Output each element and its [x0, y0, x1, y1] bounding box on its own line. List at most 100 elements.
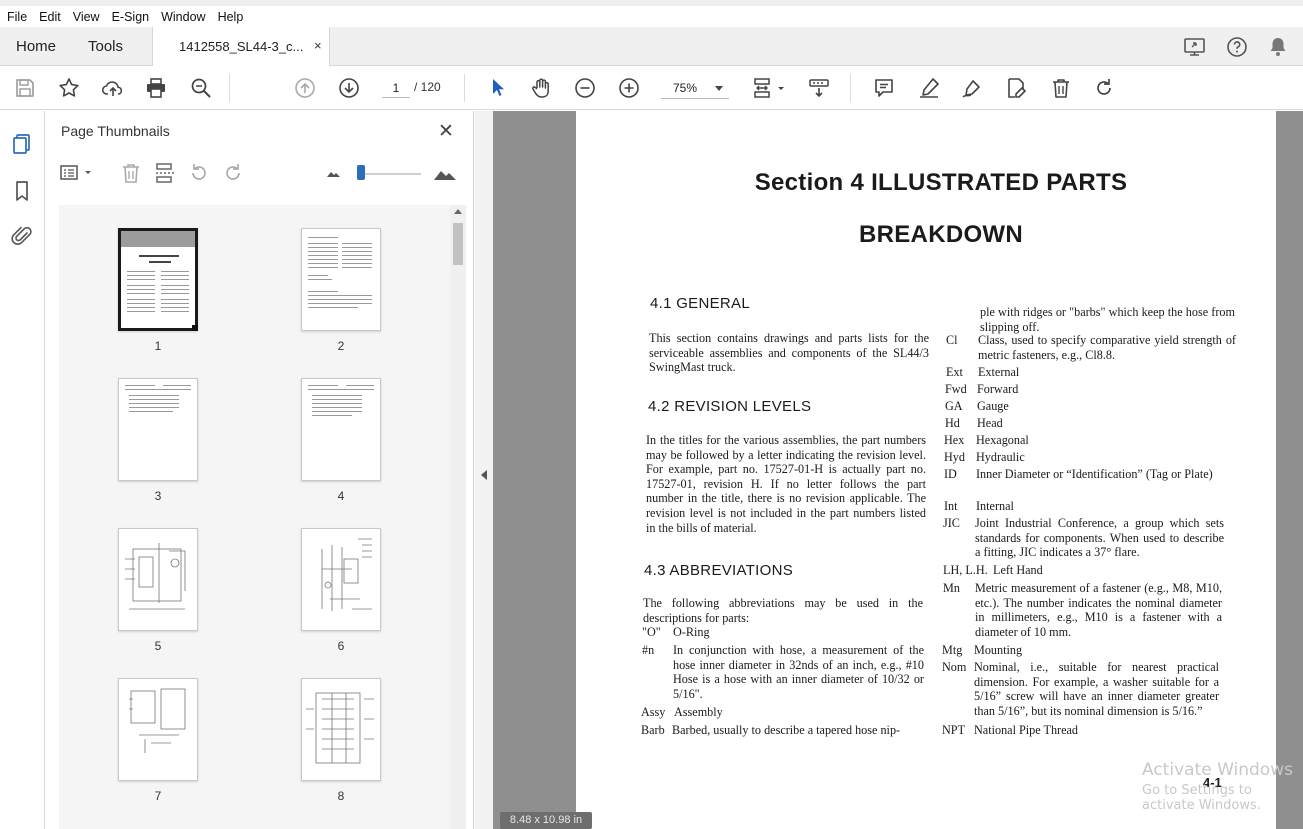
fill-sign-icon[interactable] — [1004, 76, 1028, 100]
scroll-up-icon[interactable] — [454, 209, 462, 214]
thumbnail-size-slider-track[interactable] — [361, 173, 421, 175]
abbreviation-key: "O" — [642, 625, 661, 639]
abbreviation-key: Mtg — [942, 643, 963, 657]
abbreviation-entry: NPT National Pipe Thread — [942, 723, 1218, 738]
abbreviation-entry: Ext External — [946, 365, 1235, 380]
menu-help[interactable]: Help — [218, 10, 244, 24]
page-number-input[interactable]: 1 — [382, 78, 410, 98]
menu-view[interactable]: View — [73, 10, 100, 24]
tab-document[interactable]: 1412558_SL44-3_c... × — [152, 27, 330, 67]
page-thumbnail[interactable] — [118, 378, 198, 481]
page-thumbnails-icon[interactable] — [10, 132, 34, 156]
attachments-paperclip-icon[interactable] — [10, 224, 34, 248]
panel-collapse-handle[interactable] — [475, 111, 493, 829]
scrollbar-thumb[interactable] — [453, 223, 463, 265]
menu-esign[interactable]: E-Sign — [112, 10, 150, 24]
page-thumbnail[interactable] — [118, 228, 198, 331]
close-tab-icon[interactable]: × — [314, 38, 322, 53]
print-icon[interactable] — [144, 76, 168, 100]
abbreviation-key: GA — [945, 399, 963, 413]
watermark-line-2: Go to Settings to activate Windows. — [1142, 783, 1261, 813]
abbreviation-definition: O-Ring — [673, 625, 710, 639]
zoom-level-select[interactable]: 75% — [661, 77, 729, 99]
thumbnail-options-icon[interactable] — [59, 161, 95, 185]
upload-cloud-icon[interactable] — [101, 76, 125, 100]
chevron-down-icon — [715, 86, 723, 91]
abbreviation-entry: Barb Barbed, usually to describe a taper… — [641, 723, 923, 738]
abbreviation-entry: Hex Hexagonal — [944, 433, 1229, 448]
abbreviation-key: Ext — [946, 365, 963, 379]
page-thumbnail[interactable] — [301, 678, 381, 781]
thumbnail-page-number: 5 — [154, 639, 162, 653]
select-cursor-icon[interactable] — [485, 76, 509, 100]
help-icon[interactable] — [1225, 35, 1249, 64]
abbreviation-key: NPT — [942, 723, 966, 737]
thumbnail-page-number: 3 — [154, 489, 162, 503]
rotate-clockwise-icon[interactable] — [221, 161, 245, 185]
page-thumbnail[interactable] — [301, 528, 381, 631]
zoom-in-icon[interactable] — [617, 76, 641, 100]
fit-page-icon[interactable] — [752, 76, 788, 100]
menu-window[interactable]: Window — [161, 10, 205, 24]
page-thumbnail[interactable] — [301, 228, 381, 331]
abbreviation-definition: Hexagonal — [976, 433, 1029, 447]
section-title-line-2: BREAKDOWN — [858, 221, 1024, 248]
thumbnail-page-number: 4 — [337, 489, 345, 503]
page-size-label: 8.48 x 10.98 in — [500, 812, 592, 829]
save-icon[interactable] — [13, 76, 37, 100]
thumbnail-page-number: 6 — [337, 639, 345, 653]
previous-page-icon[interactable] — [293, 76, 317, 100]
comment-icon[interactable] — [872, 76, 896, 100]
thumbnail-scrollbar[interactable] — [450, 205, 466, 829]
abbreviation-definition: In conjunction with hose, a measurement … — [673, 643, 924, 701]
abbreviation-entry: Mn Metric measurement of a fastener (e.g.… — [943, 581, 1222, 639]
hand-tool-icon[interactable] — [529, 76, 553, 100]
insert-page-icon[interactable] — [153, 161, 177, 185]
close-panel-icon[interactable]: ✕ — [438, 120, 454, 143]
tab-bar: Home Tools 1412558_SL44-3_c... × — [0, 27, 1303, 67]
abbreviation-entry: Hd Head — [945, 416, 1231, 431]
smaller-thumbnails-icon[interactable] — [322, 161, 346, 185]
tab-tools[interactable]: Tools — [88, 38, 123, 55]
page-thumbnail[interactable] — [301, 378, 381, 481]
page-thumbnail[interactable] — [118, 678, 198, 781]
bookmarks-icon[interactable] — [10, 179, 34, 203]
abbreviation-definition: Metric measurement of a fastener (e.g., … — [975, 581, 1222, 639]
document-viewport[interactable]: Section 4 ILLUSTRATED PARTS BREAKDOWN 4.… — [493, 111, 1303, 829]
left-navigation-rail — [0, 111, 45, 829]
abbreviation-key: Nom — [942, 660, 967, 674]
abbreviation-key: JIC — [943, 516, 960, 530]
larger-thumbnails-icon[interactable] — [431, 161, 459, 185]
next-page-icon[interactable] — [337, 76, 361, 100]
zoom-out-icon[interactable] — [573, 76, 597, 100]
abbreviation-entry: "O" O-Ring — [642, 625, 924, 640]
tab-home[interactable]: Home — [16, 38, 56, 55]
highlight-pen-icon[interactable] — [917, 76, 941, 100]
abbreviation-entry: GA Gauge — [945, 399, 1232, 414]
pdf-page: Section 4 ILLUSTRATED PARTS BREAKDOWN 4.… — [576, 111, 1276, 829]
document-tab-title: 1412558_SL44-3_c... — [179, 39, 304, 54]
abbreviation-definition: Gauge — [977, 399, 1009, 413]
scroll-mode-icon[interactable] — [807, 76, 831, 100]
bookmark-star-icon[interactable] — [57, 76, 81, 100]
delete-page-icon[interactable] — [119, 161, 143, 185]
paragraph-revision-levels: In the titles for the various assemblies… — [646, 433, 926, 535]
thumbnail-size-slider-handle[interactable] — [357, 165, 365, 180]
rotate-clockwise-icon[interactable] — [1092, 76, 1116, 100]
acrobat-window: File Edit View E-Sign Window Help Home T… — [0, 0, 1303, 829]
rotate-counterclockwise-icon[interactable] — [187, 161, 211, 185]
menu-file[interactable]: File — [7, 10, 27, 24]
abbreviation-entry: Cl Class, used to specify comparative yie… — [946, 333, 1236, 362]
page-thumbnail[interactable] — [118, 528, 198, 631]
abbreviation-key: ID — [944, 467, 957, 481]
menu-bar: File Edit View E-Sign Window Help — [0, 0, 1303, 27]
notifications-bell-icon[interactable] — [1267, 35, 1289, 64]
zoom-search-icon[interactable] — [189, 76, 213, 100]
thumbnail-list: 1 2 3 4 5 6 7 8 — [59, 205, 452, 829]
draw-pen-icon[interactable] — [960, 76, 984, 100]
share-screen-icon[interactable] — [1182, 35, 1208, 64]
abbreviation-definition: Joint Industrial Conference, a group whi… — [975, 516, 1224, 560]
delete-trash-icon[interactable] — [1049, 76, 1073, 100]
heading-4-3: 4.3 ABBREVIATIONS — [644, 562, 794, 579]
menu-edit[interactable]: Edit — [39, 10, 61, 24]
